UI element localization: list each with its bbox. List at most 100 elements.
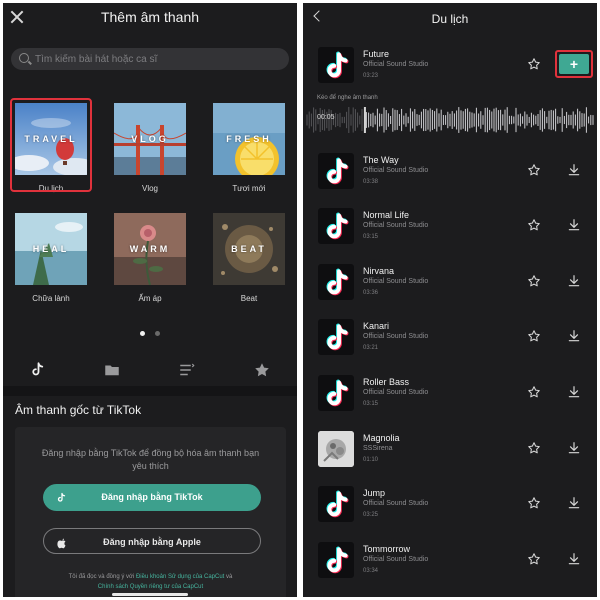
tiktok-icon — [318, 208, 354, 244]
song-duration: 03:21 — [363, 345, 379, 351]
favorite-star-icon[interactable] — [527, 218, 541, 232]
song-row[interactable]: Nirvana Official Sound Studio 03:36 — [303, 262, 597, 312]
song-row[interactable]: Tommorrow Official Sound Studio 03:34 — [303, 540, 597, 590]
favorite-star-icon[interactable] — [527, 163, 541, 177]
song-duration: 03:36 — [363, 290, 379, 296]
song-duration: 03:38 — [363, 179, 379, 185]
page-dot[interactable] — [155, 331, 161, 336]
song-row[interactable]: Roller Bass Official Sound Studio 03:15 — [303, 373, 597, 423]
song-artist: Official Sound Studio — [363, 389, 429, 396]
playlist-warm[interactable]: WARM Ấm áp — [114, 213, 186, 303]
terms-link[interactable]: Điều khoản Sử dụng của CapCut — [136, 574, 224, 580]
playlist-label: Tươi mới — [232, 184, 266, 193]
favorite-star-icon[interactable] — [527, 552, 541, 566]
playlist-heal[interactable]: HEAL Chữa lành — [15, 213, 87, 303]
tiktok-icon — [318, 264, 354, 300]
song-artist: Official Sound Studio — [363, 500, 429, 507]
source-tabs — [3, 355, 297, 385]
playlist-label: Chữa lành — [32, 294, 70, 303]
song-title: Jump — [363, 488, 386, 498]
tiktok-icon — [318, 153, 354, 189]
song-duration: 01:10 — [363, 457, 379, 463]
song-title: Normal Life — [363, 210, 410, 220]
playlist-beat[interactable]: BEAT Beat — [213, 213, 285, 303]
song-title: Roller Bass — [363, 377, 410, 387]
playlist-label: Beat — [240, 294, 258, 303]
search-input[interactable] — [35, 48, 275, 70]
divider — [3, 386, 297, 396]
playhead-time: 00:05 — [317, 114, 335, 121]
song-artist: Official Sound Studio — [363, 222, 429, 229]
tiktok-icon[interactable] — [28, 361, 52, 379]
star-icon[interactable] — [253, 361, 277, 379]
download-icon[interactable] — [567, 496, 581, 510]
favorite-star-icon[interactable] — [527, 329, 541, 343]
song-duration: 03:15 — [363, 401, 379, 407]
favorite-star-icon[interactable] — [527, 274, 541, 288]
tile-word: FRESH — [226, 134, 272, 144]
login-description: Đăng nhập bằng TikTok để đồng bộ hóa âm … — [41, 448, 260, 471]
search-icon — [19, 53, 29, 63]
folder-icon[interactable] — [103, 361, 127, 379]
home-indicator — [112, 593, 188, 596]
song-row[interactable]: Normal Life Official Sound Studio 03:15 — [303, 206, 597, 256]
song-duration: 03:23 — [363, 73, 379, 79]
tiktok-icon — [318, 542, 354, 578]
song-artist: SSSirena — [363, 445, 393, 452]
tiktok-icon — [318, 47, 354, 83]
login-apple-button[interactable]: Đăng nhập bằng Apple — [43, 528, 261, 554]
tile-word: VLOG — [131, 134, 169, 144]
header: Thêm âm thanh — [3, 3, 297, 33]
button-label: Đăng nhập bằng TikTok — [101, 492, 203, 502]
terms-prefix: Tôi đã đọc và đồng ý với — [68, 574, 136, 580]
download-icon[interactable] — [567, 552, 581, 566]
song-row[interactable]: Jump Official Sound Studio 03:25 — [303, 484, 597, 534]
button-label: Đăng nhập bằng Apple — [103, 537, 201, 547]
playlist-icon[interactable] — [178, 361, 202, 379]
tiktok-login-card: Đăng nhập bằng TikTok để đồng bộ hóa âm … — [15, 427, 286, 597]
playlist-label: Vlog — [141, 184, 158, 193]
playlist-vlog[interactable]: VLOG Vlog — [114, 103, 186, 193]
download-icon[interactable] — [567, 274, 581, 288]
song-title: Magnolia — [363, 433, 400, 443]
song-title: Nirvana — [363, 266, 395, 276]
song-row[interactable]: Kanari Official Sound Studio 03:21 — [303, 317, 597, 367]
song-artist: Official Sound Studio — [363, 556, 429, 563]
login-tiktok-button[interactable]: Đăng nhập bằng TikTok — [43, 484, 261, 511]
song-title: The Way — [363, 155, 399, 165]
favorite-star-icon[interactable] — [527, 57, 541, 71]
selection-highlight — [10, 98, 92, 192]
waveform[interactable] — [303, 107, 597, 133]
tile-word: WARM — [129, 244, 171, 254]
playlist-fresh[interactable]: FRESH Tươi mới — [213, 103, 285, 193]
download-icon[interactable] — [567, 329, 581, 343]
song-row[interactable]: Future Official Sound Studio 03:23 — [303, 45, 597, 95]
search-bar[interactable] — [11, 48, 289, 70]
tile-word: HEAL — [32, 244, 70, 254]
download-icon[interactable] — [567, 385, 581, 399]
favorite-star-icon[interactable] — [527, 441, 541, 455]
download-icon[interactable] — [567, 441, 581, 455]
tiktok-icon — [318, 486, 354, 522]
song-duration: 03:34 — [363, 568, 379, 574]
song-artist: Official Sound Studio — [363, 333, 429, 340]
song-row[interactable]: The Way Official Sound Studio 03:38 — [303, 151, 597, 201]
song-title: Future — [363, 49, 390, 59]
download-icon[interactable] — [567, 218, 581, 232]
song-artist: Official Sound Studio — [363, 167, 429, 174]
privacy-link[interactable]: Chính sách Quyền riêng tư của CapCut — [98, 584, 203, 590]
page-dot-active[interactable] — [139, 331, 145, 336]
favorite-star-icon[interactable] — [527, 496, 541, 510]
playlist-panel: Du lịch + Kéo để nghe âm thanh 00:05 Fut… — [303, 3, 597, 597]
song-row[interactable]: Magnolia SSSirena 01:10 — [303, 429, 597, 479]
favorite-star-icon[interactable] — [527, 385, 541, 399]
album-art — [318, 431, 354, 467]
tiktok-icon — [318, 375, 354, 411]
add-sound-panel: Thêm âm thanh TRAVEL Du lịch — [3, 3, 297, 597]
download-icon[interactable] — [567, 163, 581, 177]
drag-hint: Kéo để nghe âm thanh — [317, 95, 378, 101]
tiktok-icon — [318, 319, 354, 355]
song-artist: Official Sound Studio — [363, 278, 429, 285]
tile-word: BEAT — [231, 244, 267, 254]
terms-connector: và — [224, 574, 233, 580]
